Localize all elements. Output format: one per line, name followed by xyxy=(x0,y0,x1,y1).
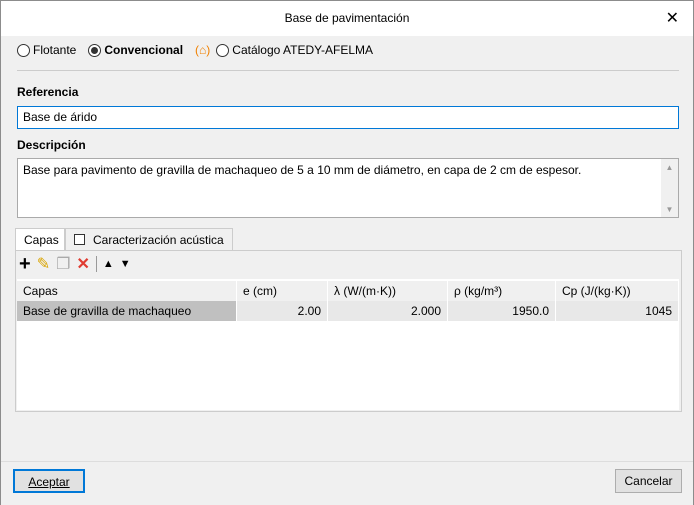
toolbar-divider xyxy=(95,256,97,272)
radio-circle xyxy=(17,43,30,57)
cell-name[interactable]: Base de gravilla de machaqueo xyxy=(17,301,237,321)
cell-conductivity[interactable]: 2.000 xyxy=(328,301,448,321)
accept-button[interactable]: Aceptar xyxy=(13,469,85,493)
tab-label: Caracterización acústica xyxy=(93,233,224,247)
window-title: Base de pavimentación xyxy=(284,11,410,25)
radio-circle xyxy=(216,43,230,57)
table-header: Capas e (cm) λ (W/(m·K)) ρ (kg/m³) Cp (J… xyxy=(17,281,679,301)
checkbox[interactable] xyxy=(74,234,85,245)
cell-specific-heat[interactable]: 1045 xyxy=(556,301,679,321)
radio-flotante[interactable]: Flotante xyxy=(17,43,76,57)
move-down-icon[interactable]: ▼ xyxy=(120,258,131,270)
description-text: Base para pavimento de gravilla de macha… xyxy=(23,163,582,177)
column-header[interactable]: λ (W/(m·K)) xyxy=(328,281,448,301)
radio-label: Catálogo ATEDY-AFELMA xyxy=(232,43,374,57)
column-header[interactable]: e (cm) xyxy=(237,281,328,301)
layers-table: Capas e (cm) λ (W/(m·K)) ρ (kg/m³) Cp (J… xyxy=(17,279,679,410)
radio-label: Flotante xyxy=(33,43,77,57)
table-row[interactable]: Base de gravilla de machaqueo 2.00 2.000… xyxy=(17,301,679,321)
title-bar: Base de pavimentación xyxy=(1,1,693,36)
column-header[interactable]: Capas xyxy=(17,281,237,301)
cancel-button[interactable]: Cancelar xyxy=(615,469,682,493)
edit-pencil-icon[interactable]: ✎ xyxy=(37,254,50,274)
radio-convencional[interactable]: Convencional xyxy=(88,43,183,57)
radio-circle xyxy=(88,43,102,57)
reference-label: Referencia xyxy=(17,85,79,99)
type-radio-group: Flotante Convencional (⌂) Catálogo ATEDY… xyxy=(17,41,381,59)
layers-toolbar: + ✎ ❐ ✕ ▲ ▼ xyxy=(19,254,131,274)
radio-catalogo[interactable]: Catálogo ATEDY-AFELMA xyxy=(216,43,373,57)
move-up-icon[interactable]: ▲ xyxy=(103,258,114,270)
cell-thickness[interactable]: 2.00 xyxy=(237,301,328,321)
dialog-footer xyxy=(1,461,693,505)
house-icon: (⌂) xyxy=(195,43,211,57)
tab-capas[interactable]: Capas xyxy=(15,228,65,252)
column-header[interactable]: Cp (J/(kg·K)) xyxy=(556,281,679,301)
description-textarea[interactable]: Base para pavimento de gravilla de macha… xyxy=(17,158,679,218)
delete-icon[interactable]: ✕ xyxy=(76,254,89,274)
scrollbar[interactable]: ▲ ▼ xyxy=(661,159,678,217)
add-icon[interactable]: + xyxy=(19,254,31,274)
separator xyxy=(17,70,679,71)
description-label: Descripción xyxy=(17,138,86,152)
cell-density[interactable]: 1950.0 xyxy=(448,301,556,321)
tab-caracterizacion-acustica[interactable]: Caracterización acústica xyxy=(65,228,233,251)
close-button[interactable]: ✕ xyxy=(666,1,679,36)
copy-icon[interactable]: ❐ xyxy=(56,254,70,274)
reference-input[interactable]: Base de árido xyxy=(17,106,679,129)
column-header[interactable]: ρ (kg/m³) xyxy=(448,281,556,301)
radio-label: Convencional xyxy=(104,43,184,57)
tab-label: Capas xyxy=(24,233,59,247)
